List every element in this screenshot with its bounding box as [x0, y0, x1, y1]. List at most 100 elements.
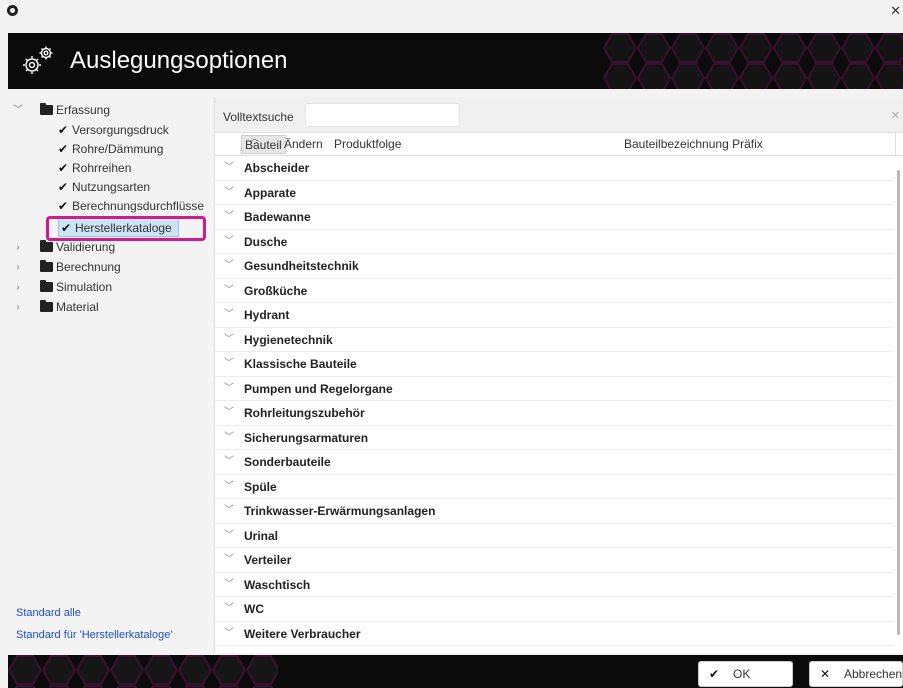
group-row-badewanne[interactable]: ﹀ Badewanne — [215, 205, 894, 230]
tree-item-label: Simulation — [56, 280, 113, 294]
tree-item-label: Rohrreihen — [72, 161, 132, 175]
chevron-down-icon[interactable]: ﹀ — [224, 230, 234, 254]
tree-item-rohre-daemmung[interactable]: ✔ Rohre/Dämmung — [58, 140, 163, 159]
group-row-urinal[interactable]: ﹀ Urinal — [215, 524, 894, 548]
group-label: Großküche — [244, 283, 308, 298]
group-row-grosskueche[interactable]: ﹀ Großküche — [215, 279, 894, 303]
tree-item-versorgungsdruck[interactable]: ✔ Versorgungsdruck — [58, 121, 169, 140]
group-label: Urinal — [244, 528, 279, 543]
group-row-apparate[interactable]: ﹀ Apparate — [215, 181, 894, 205]
group-label: Sonderbauteile — [244, 455, 331, 469]
checkmark-icon: ✔ — [58, 161, 69, 175]
tree-item-label: Material — [56, 300, 99, 314]
search-bar: Volltextsuche ✕ — [215, 97, 903, 133]
chevron-down-icon[interactable]: ﹀ — [224, 426, 234, 450]
column-label: Ändern — [284, 137, 323, 151]
scrollbar-thumb[interactable] — [897, 170, 900, 635]
group-row-klassische-bauteile[interactable]: ﹀ Klassische Bauteile — [215, 352, 894, 377]
group-row-sonderbauteile[interactable]: ﹀ Sonderbauteile — [215, 450, 894, 475]
chevron-right-icon[interactable]: › — [12, 258, 24, 277]
chevron-down-icon[interactable]: ﹀ — [224, 548, 234, 572]
tree-item-berechnungsdurchfluesse[interactable]: ✔ Berechnungsdurchflüsse — [58, 197, 204, 216]
search-input[interactable] — [305, 103, 460, 127]
group-row-hydrant[interactable]: ﹀ Hydrant — [215, 303, 894, 328]
group-row-dusche[interactable]: ﹀ Dusche — [215, 230, 894, 254]
chevron-down-icon[interactable]: ﹀ — [224, 181, 234, 205]
column-praefix[interactable]: Bauteilbezeichnung Präfix — [621, 135, 766, 154]
column-bauteil[interactable]: ︿ Bauteil — [241, 133, 286, 154]
group-row-sicherungsarmaturen[interactable]: ﹀ Sicherungsarmaturen — [215, 426, 894, 450]
chevron-down-icon[interactable]: ﹀ — [224, 254, 234, 278]
chevron-down-icon[interactable]: ﹀ — [224, 377, 234, 401]
chevron-down-icon[interactable]: ﹀ — [224, 622, 234, 646]
group-label: Verteiler — [244, 553, 292, 567]
ok-button[interactable]: ✔ OK — [698, 661, 793, 687]
group-label: Waschtisch — [244, 577, 311, 592]
chevron-down-icon[interactable]: ﹀ — [224, 303, 234, 327]
group-list: ﹀ Abscheider ﹀ Apparate ﹀ Badewanne ﹀ Dusche… — [215, 156, 894, 646]
column-label: Bauteilbezeichnung Präfix — [624, 137, 763, 151]
hexagon-decoration — [603, 33, 903, 89]
chevron-down-icon[interactable]: ﹀ — [224, 328, 234, 352]
tree-item-label: Rohre/Dämmung — [72, 142, 164, 156]
dialog-footer: ✔ OK ✕ Abbrechen — [8, 655, 903, 688]
dialog-title: Auslegungsoptionen — [70, 47, 288, 74]
chevron-down-icon[interactable]: ﹀ — [224, 475, 234, 499]
cancel-button[interactable]: ✕ Abbrechen — [809, 661, 903, 687]
chevron-down-icon[interactable]: ﹀ — [224, 597, 234, 621]
tree-item-nutzungsarten[interactable]: ✔ Nutzungsarten — [58, 178, 150, 197]
standard-all-link[interactable]: Standard alle — [16, 607, 81, 619]
checkmark-icon: ✔ — [58, 180, 69, 194]
chevron-right-icon[interactable]: › — [12, 298, 24, 317]
button-label: Abbrechen — [844, 667, 903, 681]
vertical-scrollbar[interactable] — [895, 156, 903, 653]
group-row-weitere-verbraucher[interactable]: ﹀ Weitere Verbraucher — [215, 622, 894, 646]
folder-icon — [40, 240, 53, 252]
chevron-right-icon[interactable]: › — [12, 278, 24, 297]
group-row-verteiler[interactable]: ﹀ Verteiler — [215, 548, 894, 573]
button-label: OK — [733, 667, 751, 681]
chevron-down-icon[interactable]: ﹀ — [224, 524, 234, 548]
chevron-down-icon[interactable]: ﹀ — [224, 401, 234, 425]
clear-search-icon[interactable]: ✕ — [891, 109, 900, 122]
column-produktfolge[interactable]: Produktfolge — [331, 135, 404, 154]
group-label: Trinkwasser-Erwärmungsanlagen — [244, 504, 436, 518]
group-row-hygienetechnik[interactable]: ﹀ Hygienetechnik — [215, 328, 894, 352]
tree-item-label: Berechnung — [56, 260, 121, 274]
group-label: Badewanne — [244, 210, 311, 224]
gears-icon — [23, 46, 53, 74]
group-row-trinkwasser-erwaermungsanlagen[interactable]: ﹀ Trinkwasser-Erwärmungsanlagen — [215, 499, 894, 524]
group-label: Abscheider — [244, 161, 310, 175]
chevron-down-icon[interactable]: ﹀ — [224, 279, 234, 303]
group-row-abscheider[interactable]: ﹀ Abscheider — [215, 156, 894, 181]
group-label: Hydrant — [244, 308, 290, 322]
group-label: Klassische Bauteile — [244, 357, 357, 371]
tree-item-rohrreihen[interactable]: ✔ Rohrreihen — [58, 159, 131, 178]
group-label: Gesundheitstechnik — [244, 259, 359, 273]
chevron-down-icon[interactable]: ﹀ — [224, 156, 234, 180]
column-aendern[interactable]: Ändern — [281, 135, 326, 154]
chevron-down-icon[interactable]: ﹀ — [224, 450, 234, 474]
selection-highlight-frame — [46, 216, 206, 241]
dialog-header: Auslegungsoptionen — [8, 33, 903, 89]
chevron-down-icon[interactable]: ﹀ — [224, 352, 234, 376]
chevron-down-icon[interactable]: ﹀ — [12, 101, 24, 120]
chevron-right-icon[interactable]: › — [12, 238, 24, 257]
chevron-down-icon[interactable]: ﹀ — [224, 205, 234, 229]
column-label: Produktfolge — [334, 137, 402, 151]
standard-current-link[interactable]: Standard für 'Herstellerkataloge' — [16, 629, 172, 641]
group-label: Pumpen und Regelorgane — [244, 381, 393, 396]
group-row-spuele[interactable]: ﹀ Spüle — [215, 475, 894, 499]
tree-item-label: Validierung — [56, 240, 116, 254]
folder-open-icon — [40, 103, 53, 115]
close-icon[interactable]: ✕ — [890, 3, 901, 19]
group-row-gesundheitstechnik[interactable]: ﹀ Gesundheitstechnik — [215, 254, 894, 279]
group-row-pumpen-regelorgane[interactable]: ﹀ Pumpen und Regelorgane — [215, 377, 894, 401]
group-row-rohrleitungszubehoer[interactable]: ﹀ Rohrleitungszubehör — [215, 401, 894, 426]
group-label: Dusche — [244, 234, 288, 249]
group-row-waschtisch[interactable]: ﹀ Waschtisch — [215, 573, 894, 597]
chevron-down-icon[interactable]: ﹀ — [224, 573, 234, 597]
group-row-wc[interactable]: ﹀ WC — [215, 597, 894, 622]
chevron-down-icon[interactable]: ﹀ — [224, 499, 234, 523]
checkmark-icon: ✔ — [709, 667, 720, 681]
